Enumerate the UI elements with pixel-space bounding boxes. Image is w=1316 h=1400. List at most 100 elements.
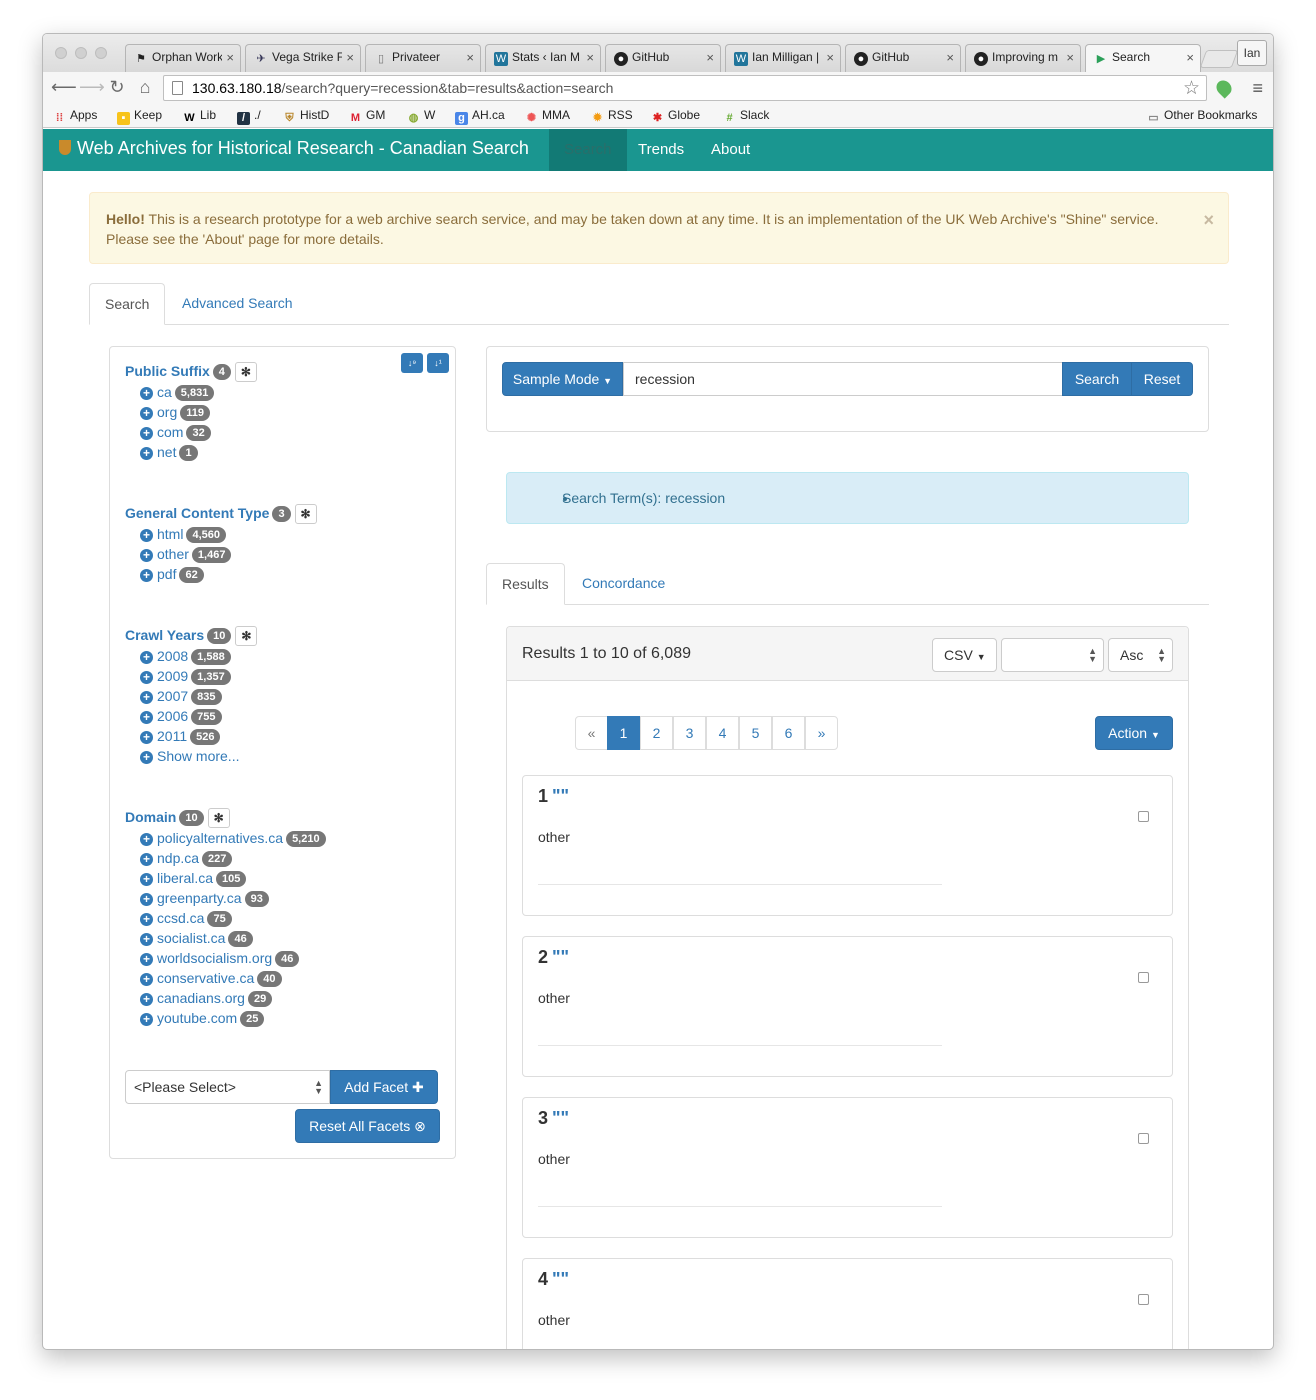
plus-circle-icon[interactable]: + (140, 913, 153, 926)
page-5[interactable]: 5 (739, 716, 772, 750)
new-tab-button[interactable] (1199, 50, 1239, 68)
plus-circle-icon[interactable]: + (140, 569, 153, 582)
close-tab-icon[interactable]: × (826, 50, 834, 65)
facet-item[interactable]: + conservative.ca 40 (125, 970, 326, 990)
reload-icon[interactable]: ↻ (107, 77, 127, 97)
result-title-link[interactable]: "" (552, 1108, 569, 1128)
bookmark-star-icon[interactable]: ☆ (1183, 77, 1200, 100)
gear-icon[interactable]: ✻ (234, 362, 257, 382)
facet-item[interactable]: + com 32 (125, 424, 257, 444)
tab-results[interactable]: Results (486, 563, 565, 605)
zoom-window-button[interactable] (95, 47, 107, 59)
sort-alpha-icon[interactable]: ↓⁹ (401, 353, 423, 373)
page-6[interactable]: 6 (772, 716, 805, 750)
nav-about[interactable]: About (696, 129, 765, 171)
plus-circle-icon[interactable]: + (140, 427, 153, 440)
bookmark-gm[interactable]: M GM (349, 108, 385, 125)
home-icon[interactable]: ⌂ (135, 77, 155, 97)
plus-circle-icon[interactable]: + (140, 893, 153, 906)
close-tab-icon[interactable]: × (346, 50, 354, 65)
facet-item[interactable]: +2009 1,357 (125, 668, 257, 688)
sort-field-select[interactable]: ▲ ▼ (1001, 638, 1104, 672)
plus-circle-icon[interactable]: + (140, 833, 153, 846)
close-tab-icon[interactable]: × (466, 50, 474, 65)
tab-search[interactable]: Search (89, 283, 166, 325)
plus-circle-icon[interactable]: + (140, 691, 153, 704)
plus-circle-icon[interactable]: + (140, 447, 153, 460)
facet-item[interactable]: + org 119 (125, 404, 257, 424)
plus-circle-icon[interactable]: + (140, 853, 153, 866)
result-title-link[interactable]: "" (552, 947, 569, 967)
browser-tab[interactable]: ● GitHub × (605, 44, 721, 72)
forward-arrow-icon[interactable]: ⟶ (79, 77, 105, 97)
facet-item[interactable]: + pdf 62 (125, 566, 317, 586)
plus-circle-icon[interactable]: + (140, 549, 153, 562)
facet-item[interactable]: +2007 835 (125, 688, 257, 708)
facet-title[interactable]: Domain (125, 809, 176, 825)
bookmark-histd[interactable]: ⛨ HistD (283, 108, 329, 125)
plus-circle-icon[interactable]: + (140, 651, 153, 664)
browser-tab-active[interactable]: ▶ Search × (1085, 44, 1201, 72)
bookmark-globe[interactable]: ✱ Globe (651, 108, 700, 125)
plus-circle-icon[interactable]: + (140, 671, 153, 684)
browser-tab[interactable]: ● Improving m × (965, 44, 1081, 72)
facet-item[interactable]: + canadians.org 29 (125, 990, 326, 1010)
sort-order-select[interactable]: Asc ▲ ▼ (1108, 638, 1173, 672)
facet-item[interactable]: + liberal.ca 105 (125, 870, 326, 890)
add-facet-button[interactable]: Add Facet ✚ (330, 1070, 438, 1104)
show-more-link[interactable]: + Show more... (125, 748, 257, 768)
gear-icon[interactable]: ✻ (294, 504, 317, 524)
plus-circle-icon[interactable]: + (140, 529, 153, 542)
browser-tab[interactable]: ▯ Privateer × (365, 44, 481, 72)
export-csv-dropdown[interactable]: CSV ▼ (932, 638, 997, 672)
browser-menu-icon[interactable]: ≡ (1252, 78, 1263, 99)
facet-item[interactable]: + other 1,467 (125, 546, 317, 566)
browser-tab[interactable]: W Stats ‹ Ian M × (485, 44, 601, 72)
facet-title[interactable]: Public Suffix (125, 363, 210, 379)
result-checkbox[interactable] (1138, 972, 1149, 983)
nav-search[interactable]: Search (549, 129, 627, 171)
plus-circle-icon[interactable]: + (140, 953, 153, 966)
action-dropdown[interactable]: Action ▼ (1095, 716, 1173, 750)
result-checkbox[interactable] (1138, 1294, 1149, 1305)
bookmark-rss[interactable]: ✹ RSS (591, 108, 633, 125)
search-input[interactable]: recession (623, 362, 1063, 396)
minimize-window-button[interactable] (75, 47, 87, 59)
facet-item[interactable]: + policyalternatives.ca 5,210 (125, 830, 326, 850)
facet-title[interactable]: General Content Type (125, 505, 269, 521)
bookmark-ah-ca[interactable]: g AH.ca (455, 108, 505, 125)
sort-count-icon[interactable]: ↓¹ (427, 353, 449, 373)
plus-circle-icon[interactable]: + (140, 1013, 153, 1026)
plus-circle-icon[interactable]: + (140, 973, 153, 986)
address-bar[interactable]: 130.63.180.18/search?query=recession&tab… (163, 75, 1207, 101)
bookmark-dot-slash[interactable]: / ./ (237, 108, 261, 125)
back-arrow-icon[interactable]: ⟵ (51, 77, 77, 97)
facet-select[interactable]: <Please Select> ▲ ▼ (125, 1070, 330, 1104)
plus-circle-icon[interactable]: + (140, 711, 153, 724)
close-tab-icon[interactable]: × (586, 50, 594, 65)
result-checkbox[interactable] (1138, 1133, 1149, 1144)
search-button[interactable]: Search (1062, 362, 1132, 396)
bookmark-slack[interactable]: # Slack (723, 108, 769, 125)
facet-item[interactable]: + html 4,560 (125, 526, 317, 546)
close-tab-icon[interactable]: × (226, 50, 234, 65)
facet-item[interactable]: + youtube.com 25 (125, 1010, 326, 1030)
facet-title[interactable]: Crawl Years (125, 627, 204, 643)
facet-item[interactable]: +2011 526 (125, 728, 257, 748)
page-3[interactable]: 3 (673, 716, 706, 750)
plus-circle-icon[interactable]: + (140, 751, 153, 764)
facet-item[interactable]: + ccsd.ca 75 (125, 910, 326, 930)
page-info-icon[interactable] (172, 81, 183, 95)
reset-button[interactable]: Reset (1131, 362, 1193, 396)
result-title-link[interactable]: "" (552, 786, 569, 806)
close-window-button[interactable] (55, 47, 67, 59)
bookmark-keep[interactable]: ▪ Keep (117, 108, 162, 125)
other-bookmarks[interactable]: ▭ Other Bookmarks (1147, 108, 1257, 125)
page-next[interactable]: » (805, 716, 838, 750)
facet-item[interactable]: + worldsocialism.org 46 (125, 950, 326, 970)
close-tab-icon[interactable]: × (1066, 50, 1074, 65)
page-4[interactable]: 4 (706, 716, 739, 750)
plus-circle-icon[interactable]: + (140, 933, 153, 946)
close-tab-icon[interactable]: × (706, 50, 714, 65)
facet-item[interactable]: +2008 1,588 (125, 648, 257, 668)
